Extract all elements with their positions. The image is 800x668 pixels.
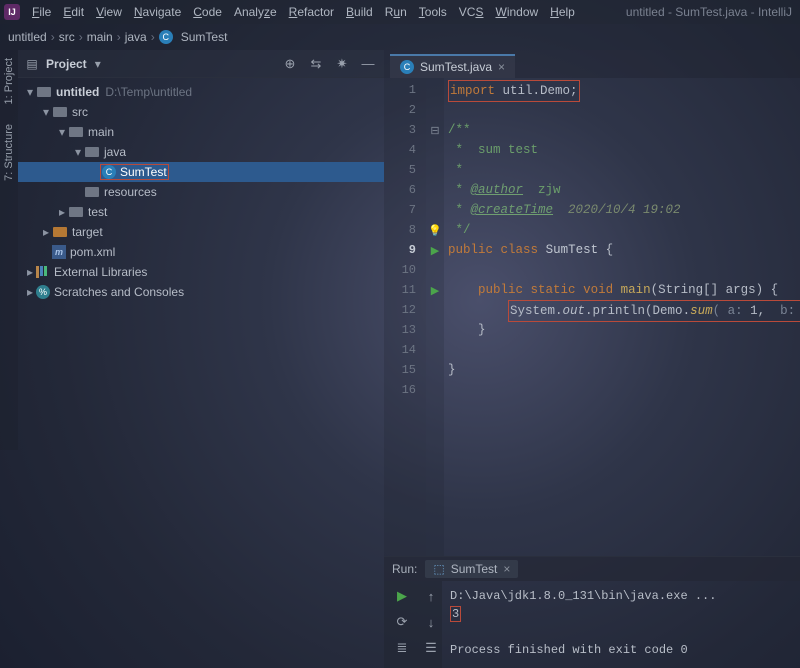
crumb-4[interactable]: SumTest [181, 30, 228, 44]
chevron-down-icon[interactable]: ▾ [95, 57, 101, 71]
tree-pom[interactable]: m pom.xml [18, 242, 384, 262]
menu-analyze[interactable]: Analyze [228, 5, 283, 19]
run-toolbar-secondary: ↑ ↓ ☰ [420, 581, 442, 668]
menu-run[interactable]: Run [379, 5, 413, 19]
chevron-down-icon[interactable]: ▾ [72, 145, 84, 159]
console-exit-line: Process finished with exit code 0 [450, 641, 792, 659]
tree-java[interactable]: ▾ java [18, 142, 384, 162]
crumb-2[interactable]: main [87, 30, 113, 44]
project-pane-title[interactable]: Project [46, 57, 87, 71]
tab-label: SumTest.java [420, 60, 492, 74]
class-icon: C [159, 30, 173, 44]
tree-label: untitled [56, 85, 99, 99]
chevron-right-icon[interactable]: ▸ [24, 265, 36, 279]
library-icon [36, 266, 50, 278]
menu-navigate[interactable]: Navigate [128, 5, 187, 19]
run-toolbar: ▶ ⟳ ≣ [384, 581, 420, 668]
layout-button[interactable]: ≣ [393, 639, 411, 657]
close-icon[interactable]: × [503, 562, 510, 576]
class-icon: C [400, 60, 414, 74]
run-header: Run: ⬚ SumTest × [384, 557, 800, 581]
run-tab[interactable]: ⬚ SumTest × [425, 560, 518, 578]
menu-vcs[interactable]: VCS [453, 5, 490, 19]
class-icon: C [102, 165, 116, 179]
run-title: Run: [392, 562, 417, 576]
menu-code[interactable]: Code [187, 5, 228, 19]
chevron-right-icon: › [117, 30, 121, 44]
tree-src[interactable]: ▾ src [18, 102, 384, 122]
tab-sumtest[interactable]: C SumTest.java × [390, 54, 515, 78]
hide-icon[interactable]: — [358, 54, 378, 74]
menubar: IJ File Edit View Navigate Code Analyze … [0, 0, 800, 24]
chevron-right-icon[interactable]: ▸ [24, 285, 36, 299]
chevron-right-icon[interactable]: ▸ [40, 225, 52, 239]
menu-tools[interactable]: Tools [413, 5, 453, 19]
tree-test[interactable]: ▸ test [18, 202, 384, 222]
chevron-right-icon: › [51, 30, 55, 44]
fold-icon[interactable]: ⊟ [426, 120, 444, 140]
editor[interactable]: 12 34 56 78 910 1112 1314 1516 ⊟ 💡 ▶ ▶ [384, 78, 800, 556]
tree-scratches[interactable]: ▸ % Scratches and Consoles [18, 282, 384, 302]
app-logo: IJ [4, 4, 20, 20]
line-number-gutter: 12 34 56 78 910 1112 1314 1516 [384, 78, 426, 556]
chevron-down-icon[interactable]: ▾ [40, 105, 52, 119]
maven-icon: m [52, 245, 66, 259]
up-button[interactable]: ↑ [422, 587, 440, 605]
crumb-1[interactable]: src [59, 30, 75, 44]
rerun-button[interactable]: ▶ [393, 587, 411, 605]
tree-main[interactable]: ▾ main [18, 122, 384, 142]
tree-sumtest[interactable]: C SumTest [18, 162, 384, 182]
crumb-0[interactable]: untitled [8, 30, 47, 44]
project-view-icon: ▤ [24, 56, 40, 72]
side-tab-structure[interactable]: 7: Structure [3, 124, 15, 181]
run-console[interactable]: D:\Java\jdk1.8.0_131\bin\java.exe ... 3 … [442, 581, 800, 668]
editor-column: C SumTest.java × 12 34 56 78 910 1112 13… [384, 50, 800, 668]
breadcrumb: untitled › src › main › java › C SumTest [0, 24, 800, 50]
editor-tabs: C SumTest.java × [384, 50, 800, 78]
project-tree[interactable]: ▾ untitled D:\Temp\untitled ▾ src ▾ main… [18, 78, 384, 668]
down-button[interactable]: ↓ [422, 613, 440, 631]
side-tab-project[interactable]: 1: Project [3, 58, 15, 104]
run-tool-window: Run: ⬚ SumTest × ▶ ⟳ ≣ ↑ ↓ ☰ [384, 556, 800, 668]
tree-target[interactable]: ▸ target [18, 222, 384, 242]
chevron-right-icon: › [79, 30, 83, 44]
menu-window[interactable]: Window [489, 5, 544, 19]
window-title: untitled - SumTest.java - IntelliJ [626, 5, 796, 19]
gear-icon[interactable]: ✷ [332, 54, 352, 74]
project-tool-window: ▤ Project ▾ ⊕ ⇆ ✷ — ▾ untitled D:\Temp\u… [18, 50, 384, 668]
crumb-3[interactable]: java [125, 30, 147, 44]
console-line: D:\Java\jdk1.8.0_131\bin\java.exe ... [450, 587, 792, 605]
tool-window-bar-left: 1: Project 7: Structure [0, 50, 18, 450]
wrap-button[interactable]: ☰ [422, 639, 440, 657]
tree-root[interactable]: ▾ untitled D:\Temp\untitled [18, 82, 384, 102]
stop-button[interactable]: ⟳ [393, 613, 411, 631]
menu-build[interactable]: Build [340, 5, 379, 19]
locate-icon[interactable]: ⊕ [280, 54, 300, 74]
close-icon[interactable]: × [498, 60, 505, 74]
menu-view[interactable]: View [90, 5, 128, 19]
console-output-value: 3 [450, 606, 461, 622]
chevron-right-icon[interactable]: ▸ [56, 205, 68, 219]
chevron-down-icon[interactable]: ▾ [56, 125, 68, 139]
menu-refactor[interactable]: Refactor [283, 5, 340, 19]
menu-edit[interactable]: Edit [57, 5, 90, 19]
collapse-all-icon[interactable]: ⇆ [306, 54, 326, 74]
chevron-down-icon[interactable]: ▾ [24, 85, 36, 99]
run-gutter-icon[interactable]: ▶ [426, 240, 444, 260]
scratch-icon: % [36, 285, 50, 299]
gutter-icons: ⊟ 💡 ▶ ▶ [426, 78, 444, 556]
project-pane-header: ▤ Project ▾ ⊕ ⇆ ✷ — [18, 50, 384, 78]
menu-help[interactable]: Help [544, 5, 581, 19]
run-config-icon: ⬚ [433, 562, 444, 576]
chevron-right-icon: › [151, 30, 155, 44]
tree-resources[interactable]: resources [18, 182, 384, 202]
intention-bulb-icon[interactable]: 💡 [426, 220, 444, 240]
code-area[interactable]: import util.Demo; /** * sum test * * @au… [444, 78, 800, 556]
tree-external-libraries[interactable]: ▸ External Libraries [18, 262, 384, 282]
run-gutter-icon[interactable]: ▶ [426, 280, 444, 300]
menu-file[interactable]: File [26, 5, 57, 19]
tree-path: D:\Temp\untitled [105, 85, 192, 99]
